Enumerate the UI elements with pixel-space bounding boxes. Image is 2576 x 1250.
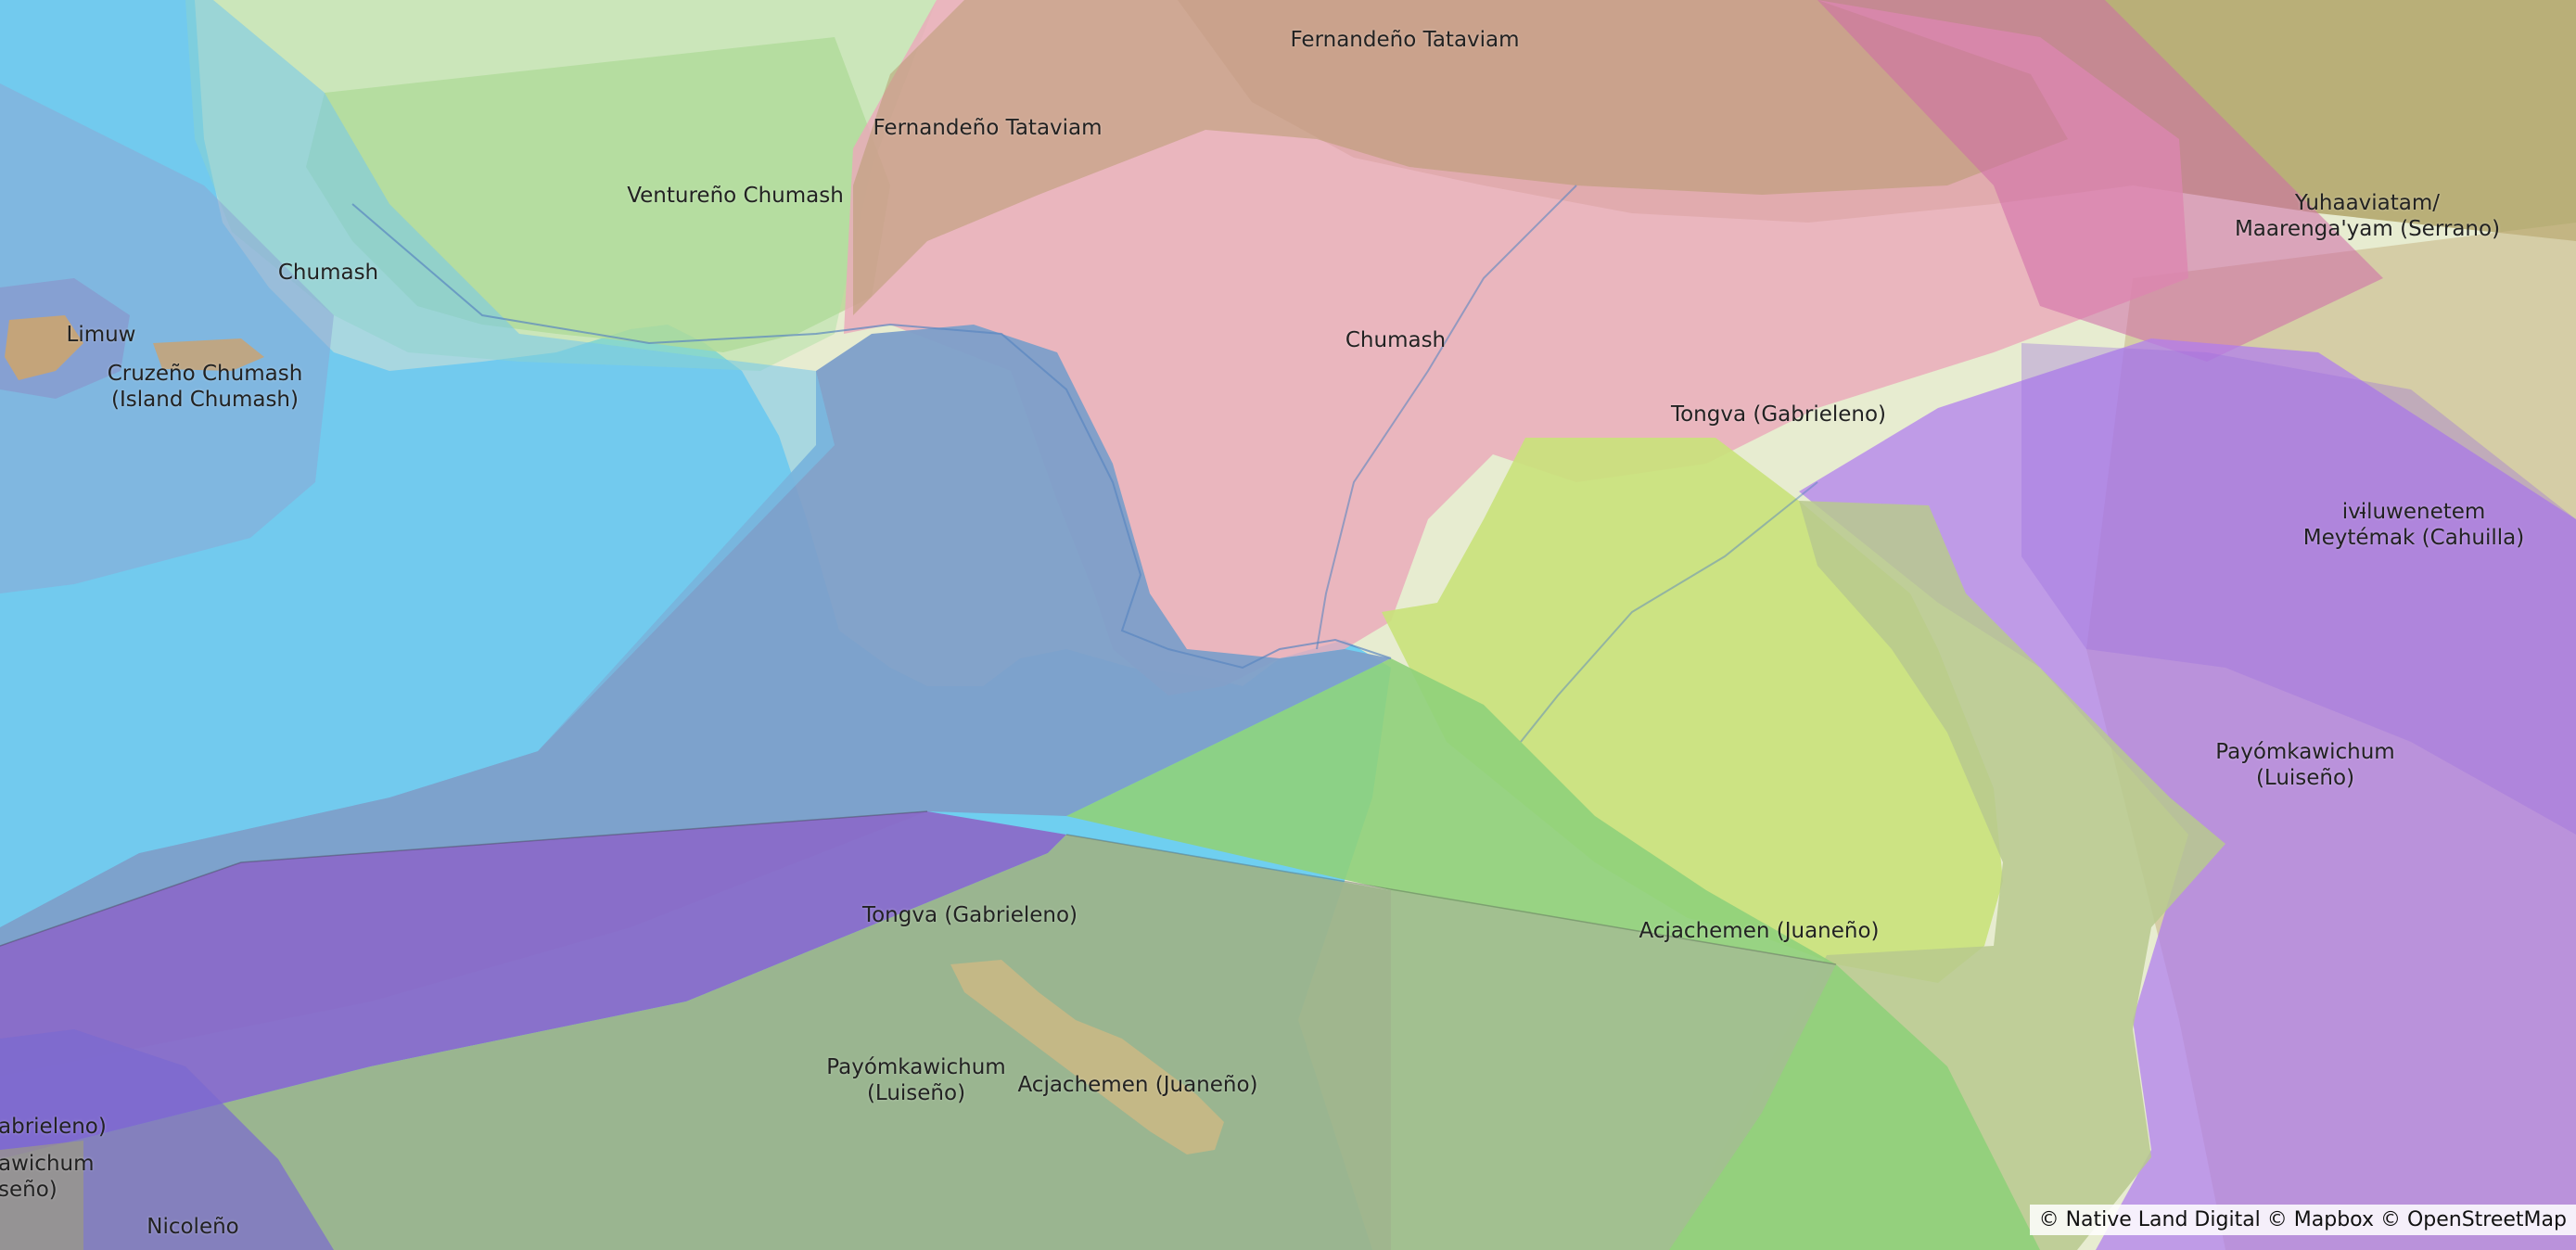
label-fernandeno-tataviam-west[interactable]: Fernandeño Tataviam bbox=[873, 115, 1102, 141]
label-fernandeno-tataviam-north[interactable]: Fernandeño Tataviam bbox=[1290, 27, 1519, 53]
label-cruzeno-chumash[interactable]: Cruzeño Chumash (Island Chumash) bbox=[108, 361, 303, 413]
label-acjachemen-island[interactable]: Acjachemen (Juaneño) bbox=[1017, 1072, 1257, 1098]
label-cahuilla[interactable]: ivi̵luwenetem Meytémak (Cahuilla) bbox=[2303, 499, 2524, 551]
label-serrano[interactable]: Yuhaaviatam/ Maarenga'yam (Serrano) bbox=[2235, 190, 2500, 242]
label-chumash-central[interactable]: Chumash bbox=[1345, 327, 1446, 353]
label-nicoleno[interactable]: Nicoleño bbox=[147, 1214, 239, 1240]
label-payomkawichum-cut[interactable]: awichum seño) bbox=[0, 1151, 95, 1203]
label-chumash-west[interactable]: Chumash bbox=[278, 260, 378, 286]
label-limuw[interactable]: Limuw bbox=[67, 322, 136, 348]
map-attribution[interactable]: © Native Land Digital © Mapbox © OpenStr… bbox=[2029, 1205, 2576, 1235]
label-tongva-cut[interactable]: abrieleno) bbox=[0, 1114, 107, 1140]
label-tongva-north[interactable]: Tongva (Gabrieleno) bbox=[1671, 402, 1886, 427]
label-tongva-south[interactable]: Tongva (Gabrieleno) bbox=[862, 902, 1078, 928]
label-ventureno-chumash[interactable]: Ventureño Chumash bbox=[627, 183, 844, 209]
label-acjachemen-coast[interactable]: Acjachemen (Juaneño) bbox=[1639, 918, 1879, 944]
label-payomkawichum-south[interactable]: Payómkawichum (Luiseño) bbox=[826, 1054, 1005, 1106]
label-payomkawichum-east[interactable]: Payómkawichum (Luiseño) bbox=[2215, 739, 2394, 791]
territory-map[interactable] bbox=[0, 0, 2576, 1250]
